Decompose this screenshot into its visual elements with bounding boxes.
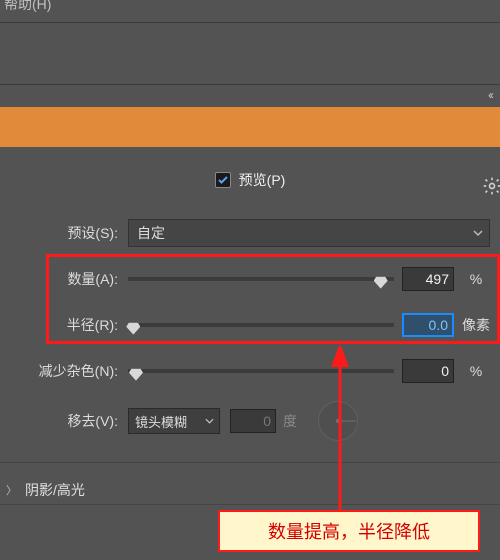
slider-thumb[interactable] <box>374 277 388 289</box>
noise-unit: % <box>462 363 490 379</box>
collapse-panel[interactable]: ‹‹ <box>488 88 492 102</box>
divider <box>0 462 500 463</box>
radius-unit: 像素 <box>462 315 490 335</box>
radius-slider[interactable] <box>128 323 394 327</box>
radius-input[interactable] <box>402 313 454 337</box>
slider-thumb[interactable] <box>126 323 140 335</box>
divider <box>0 22 500 23</box>
amount-label: 数量(A): <box>10 269 128 289</box>
preview-label: 预览(P) <box>239 170 286 190</box>
noise-label: 减少杂色(N): <box>10 361 128 381</box>
preview-checkbox[interactable] <box>215 172 231 188</box>
amount-slider[interactable] <box>128 277 394 281</box>
remove-value: 镜头模糊 <box>135 412 187 431</box>
annotation-callout: 数量提高，半径降低 <box>218 510 480 552</box>
degree-input <box>230 409 276 433</box>
degree-unit: 度 <box>276 411 304 431</box>
chevron-right-icon: 〉 <box>6 482 17 498</box>
shadows-disclosure[interactable]: 〉 阴影/高光 <box>6 480 85 500</box>
noise-slider[interactable] <box>128 369 394 373</box>
remove-select[interactable]: 镜头模糊 <box>128 408 220 434</box>
callout-text: 数量提高，半径降低 <box>268 518 430 544</box>
slider-thumb[interactable] <box>129 369 143 381</box>
remove-label: 移去(V): <box>10 411 128 431</box>
highlight-bar <box>0 107 500 147</box>
angle-knob <box>318 401 358 441</box>
amount-input[interactable] <box>402 267 454 291</box>
chevron-down-icon <box>473 225 483 241</box>
preset-label: 预设(S): <box>10 223 128 243</box>
divider <box>0 504 500 505</box>
menu-help[interactable]: 帮助(H) <box>4 0 51 14</box>
radius-label: 半径(R): <box>10 315 128 335</box>
amount-unit: % <box>462 271 490 287</box>
preset-select[interactable]: 自定 <box>128 219 490 247</box>
divider <box>0 84 500 85</box>
shadows-label: 阴影/高光 <box>25 480 85 500</box>
preset-value: 自定 <box>137 223 165 243</box>
noise-input[interactable] <box>402 359 454 383</box>
chevron-down-icon <box>205 414 214 429</box>
